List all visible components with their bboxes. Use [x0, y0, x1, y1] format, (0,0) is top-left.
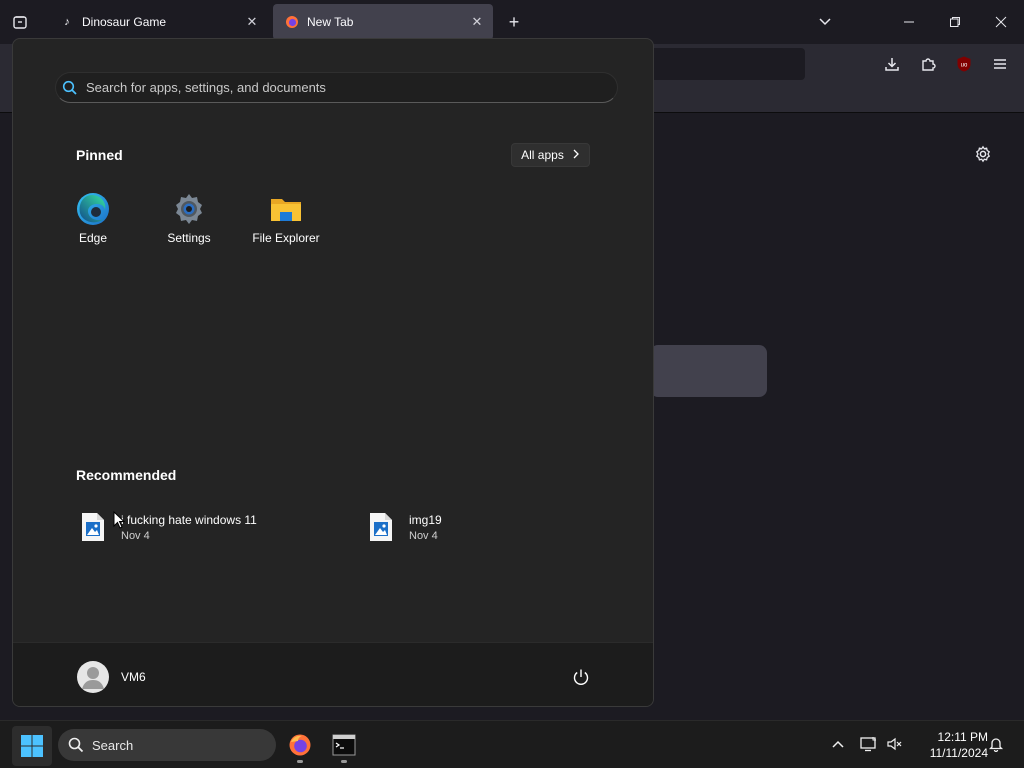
- recommended-section-title: Recommended: [76, 467, 177, 483]
- firefox-view-icon[interactable]: [6, 8, 34, 36]
- clock-time: 12:11 PM: [937, 730, 988, 744]
- page-settings-gear-icon[interactable]: [969, 140, 997, 168]
- all-apps-button[interactable]: All apps: [511, 143, 590, 167]
- avatar: [77, 661, 109, 693]
- ublock-origin-icon[interactable]: uo: [950, 50, 978, 78]
- taskbar: Search 12:11 PM 11/11/2024: [0, 720, 1024, 768]
- tab-title: New Tab: [307, 15, 354, 29]
- recommended-item[interactable]: i fucking hate windows 11 Nov 4: [81, 507, 257, 547]
- taskbar-search-label: Search: [92, 737, 134, 753]
- recommended-item-date: Nov 4: [121, 529, 150, 542]
- power-icon: [573, 669, 589, 685]
- all-apps-label: All apps: [521, 148, 564, 162]
- pinned-app-label: Edge: [78, 231, 108, 245]
- user-account-button[interactable]: VM6: [77, 661, 146, 693]
- recommended-item-date: Nov 4: [409, 529, 438, 542]
- minimize-window-icon[interactable]: [895, 8, 923, 36]
- tab-dinosaur-game[interactable]: ♪ Dinosaur Game ✕: [48, 4, 268, 40]
- firefox-icon: [285, 15, 299, 29]
- close-tab-icon[interactable]: ✕: [465, 14, 489, 30]
- new-tab-plus-icon[interactable]: +: [500, 8, 528, 36]
- search-icon: [68, 737, 84, 753]
- image-file-icon: [370, 513, 392, 541]
- restore-window-icon[interactable]: [941, 8, 969, 36]
- user-name: VM6: [121, 670, 146, 684]
- terminal-icon: [332, 734, 356, 756]
- close-window-icon[interactable]: [987, 8, 1015, 36]
- taskbar-app-terminal[interactable]: [324, 725, 364, 765]
- clock-date: 11/11/2024: [929, 746, 988, 760]
- pinned-app-edge[interactable]: Edge: [50, 186, 136, 256]
- recommended-item-name: img19: [409, 512, 442, 527]
- taskbar-app-firefox[interactable]: [280, 725, 320, 765]
- pinned-app-label: Settings: [167, 231, 211, 245]
- taskbar-search-box[interactable]: Search: [58, 729, 276, 761]
- search-icon: [62, 80, 78, 96]
- start-button[interactable]: [12, 726, 52, 766]
- new-tab-search-box[interactable]: [650, 345, 767, 397]
- downloads-icon[interactable]: [878, 50, 906, 78]
- firefox-icon: [289, 734, 311, 756]
- dinosaur-icon: ♪: [64, 16, 70, 28]
- recommended-item-name: i fucking hate windows 11: [121, 512, 257, 527]
- close-tab-icon[interactable]: ✕: [240, 14, 264, 30]
- volume-muted-icon[interactable]: [884, 733, 906, 755]
- running-indicator: [297, 760, 303, 763]
- start-menu-footer: VM6: [13, 642, 653, 706]
- tab-new-tab[interactable]: New Tab ✕: [273, 4, 493, 40]
- windows-logo-icon: [21, 735, 43, 757]
- pinned-app-file-explorer[interactable]: File Explorer: [243, 186, 329, 256]
- chevron-right-icon: [572, 148, 580, 162]
- folder-icon: [269, 192, 303, 226]
- url-bar[interactable]: [640, 48, 805, 80]
- mouse-cursor-icon: [113, 511, 125, 529]
- search-placeholder: Search for apps, settings, and documents: [86, 80, 326, 95]
- power-button[interactable]: [569, 665, 593, 689]
- running-indicator: [341, 760, 347, 763]
- hamburger-menu-icon[interactable]: [986, 50, 1014, 78]
- notifications-bell-icon[interactable]: [985, 733, 1007, 755]
- pinned-app-settings[interactable]: Settings: [146, 186, 232, 256]
- start-menu: Search for apps, settings, and documents…: [12, 38, 654, 707]
- show-hidden-icons-chevron-icon[interactable]: [827, 733, 849, 755]
- tab-title: Dinosaur Game: [82, 15, 167, 29]
- pinned-app-label: File Explorer: [252, 231, 320, 245]
- network-icon[interactable]: [858, 733, 880, 755]
- svg-text:uo: uo: [961, 63, 968, 69]
- clock[interactable]: 12:11 PM 11/11/2024: [912, 729, 988, 761]
- list-all-tabs-chevron-icon[interactable]: [811, 8, 839, 36]
- start-search-input[interactable]: Search for apps, settings, and documents: [55, 72, 618, 103]
- edge-icon: [76, 192, 110, 226]
- pinned-section-title: Pinned: [76, 147, 123, 163]
- settings-gear-icon: [172, 192, 206, 226]
- image-file-icon: [82, 513, 104, 541]
- recommended-item[interactable]: img19 Nov 4: [369, 507, 442, 547]
- extensions-puzzle-icon[interactable]: [914, 50, 942, 78]
